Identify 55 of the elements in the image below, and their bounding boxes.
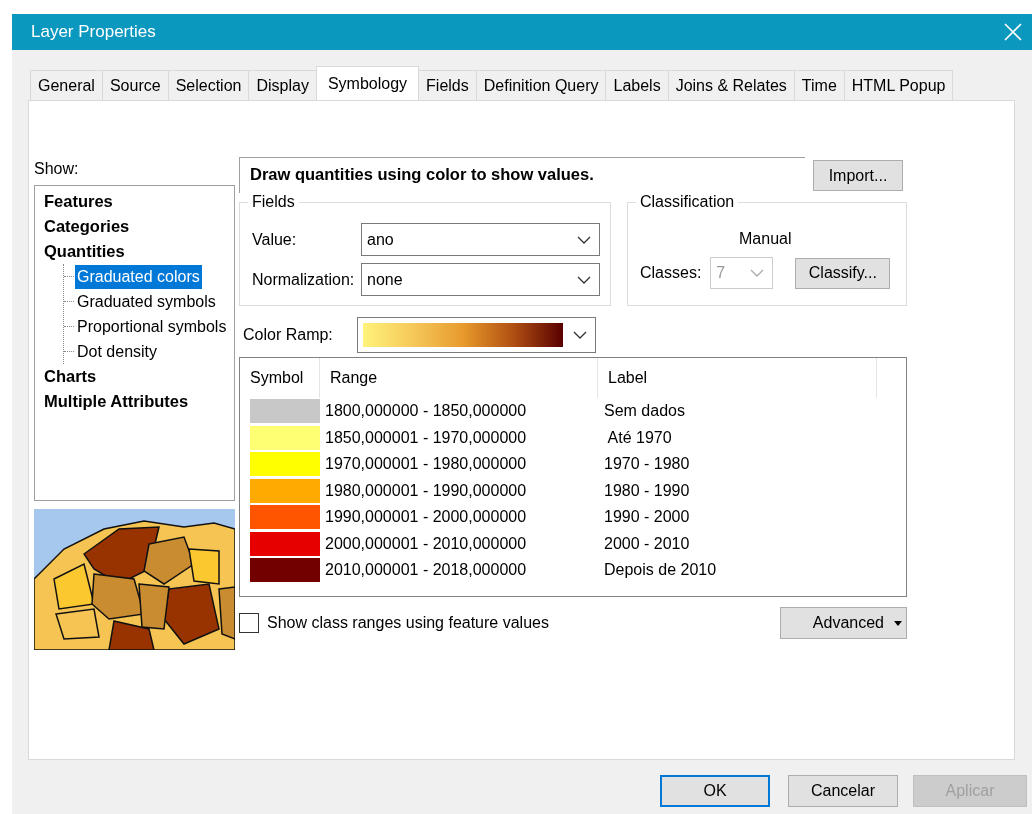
field-label: Value: [252,229,298,250]
chevron-down-icon [750,269,765,277]
tab[interactable]: HTML Popup [843,70,954,100]
dropdown[interactable]: ano [361,223,600,256]
dialog-button[interactable]: Cancelar [788,775,898,807]
chevron-down-icon [573,331,587,339]
tab[interactable]: General [30,70,103,100]
tree-item[interactable]: Graduated colors [75,264,202,289]
checkbox[interactable] [239,613,259,633]
dropdown[interactable]: none [361,263,600,296]
table-cell-text: 1990,000001 - 2000,000000 [324,507,528,528]
tree-item[interactable]: Quantities [44,239,234,264]
table-cell-text: Depois de 2010 [603,560,717,581]
dropdown-value: none [367,269,403,290]
column-header[interactable]: Symbol [240,358,320,398]
table-cell-text: 1800,000000 - 1850,000000 [324,401,528,422]
advanced-button[interactable]: Advanced [780,607,907,639]
table-cell-text: 2010,000001 - 2018,000000 [324,560,528,581]
show-label: Show: [34,159,80,179]
checkbox-label: Show class ranges using feature values [267,613,549,633]
chevron-down-icon [577,275,591,284]
tab[interactable]: Symbology [315,66,420,100]
classify-button[interactable]: Classify... [795,257,891,289]
table-cell-text: 2000 - 2010 [603,533,690,554]
tree-item[interactable]: Graduated symbols [75,289,218,314]
table-cell-text: 1850,000001 - 1970,000000 [324,427,528,448]
classification-method: Manual [739,229,792,249]
tree-item[interactable]: Features [44,189,234,214]
table-cell-text: 1970,000001 - 1980,000000 [324,454,528,475]
table-cell-text: 1980,000001 - 1990,000000 [324,480,528,501]
column-header[interactable]: Range [320,358,598,398]
color-ramp-dropdown[interactable] [357,317,596,353]
window-title: Layer Properties [31,21,156,44]
chevron-down-icon [577,235,591,244]
tree-item[interactable]: Dot density [75,339,160,364]
tree-item[interactable]: Charts [44,364,234,389]
close-icon[interactable] [1004,23,1022,41]
dialog-button[interactable]: OK [660,775,770,807]
tree-item[interactable]: Proportional symbols [75,314,229,339]
column-header[interactable]: Label [598,358,877,398]
field-label: Normalization: [252,269,356,290]
table-cell-text: 1990 - 2000 [603,507,690,528]
tree-item[interactable]: Categories [44,214,234,239]
table-cell-text: Até 1970 [606,427,672,448]
caret-icon [894,620,902,626]
color-ramp-label: Color Ramp: [242,325,334,345]
import-button[interactable]: Import... [813,160,903,191]
classes-label: Classes: [640,263,702,283]
tree-item[interactable]: Multiple Attributes [44,389,234,414]
table-cell-text: 1980 - 1990 [603,480,690,501]
dropdown-value: ano [367,229,394,250]
table-cell-text: 1970 - 1980 [603,454,690,475]
dropdown-value: 7 [716,263,726,283]
table-cell-text: Sem dados [603,401,685,422]
table-cell-text: 2000,000001 - 2010,000000 [324,533,528,554]
